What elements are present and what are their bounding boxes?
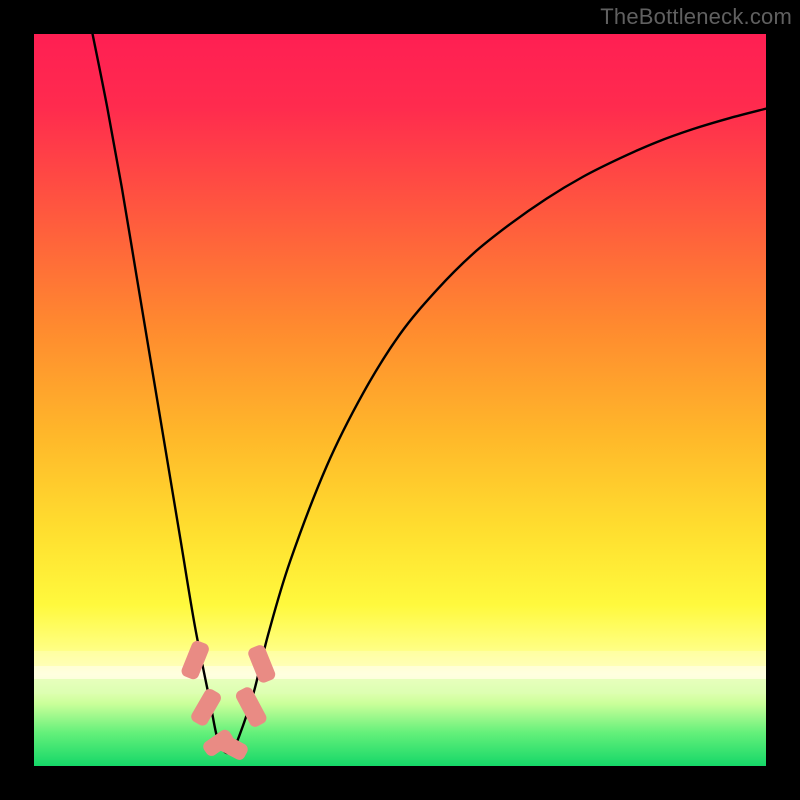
- bottleneck-curve: [34, 34, 766, 766]
- chart-frame: TheBottleneck.com: [0, 0, 800, 800]
- plot-area: [34, 34, 766, 766]
- watermark-text: TheBottleneck.com: [600, 4, 792, 30]
